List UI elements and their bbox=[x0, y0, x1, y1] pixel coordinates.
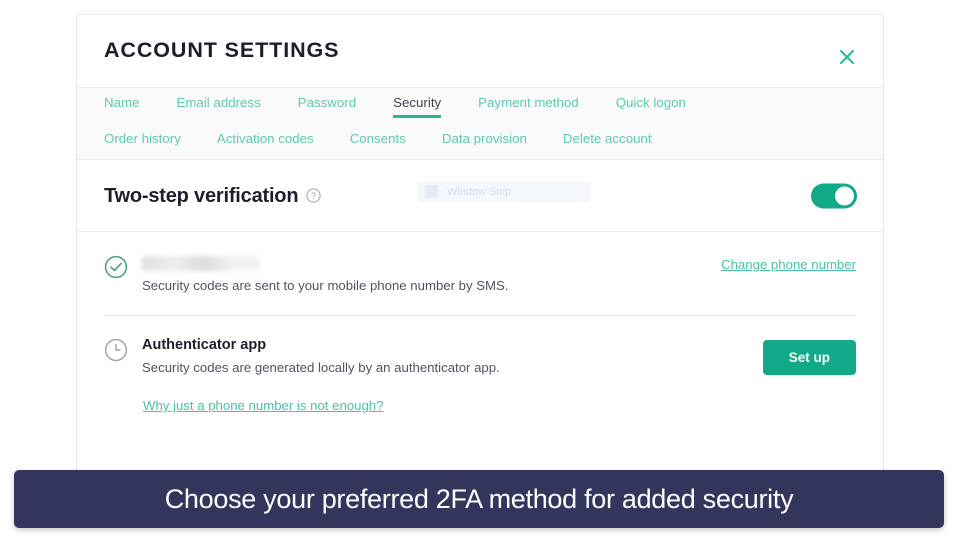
authenticator-method-action: Set up bbox=[762, 337, 856, 377]
authenticator-method-row: Authenticator app Security codes are gen… bbox=[77, 314, 883, 397]
tab-navigation: Name Email address Password Security Pay… bbox=[77, 87, 883, 160]
close-icon[interactable] bbox=[833, 43, 861, 71]
authenticator-method-description: Security codes are generated locally by … bbox=[142, 360, 500, 376]
sms-method-action: Change phone number bbox=[721, 254, 856, 295]
sms-method-row: Security codes are sent to your mobile p… bbox=[77, 232, 883, 315]
tab-row-primary: Name Email address Password Security Pay… bbox=[104, 88, 856, 124]
tab-consents[interactable]: Consents bbox=[350, 132, 406, 154]
tab-security[interactable]: Security bbox=[393, 96, 442, 119]
toggle-knob bbox=[835, 186, 854, 205]
question-mark-icon[interactable]: ? bbox=[306, 188, 321, 203]
two-step-verification-toggle[interactable] bbox=[811, 183, 857, 208]
tab-name[interactable]: Name bbox=[104, 96, 139, 118]
check-circle-icon bbox=[104, 254, 130, 295]
phone-number-redacted bbox=[142, 256, 260, 271]
card-header: ACCOUNT SETTINGS bbox=[77, 15, 883, 87]
caption-banner: Choose your preferred 2FA method for add… bbox=[14, 470, 944, 528]
change-phone-number-link[interactable]: Change phone number bbox=[721, 257, 856, 272]
tab-password[interactable]: Password bbox=[298, 96, 356, 118]
clock-icon bbox=[104, 337, 130, 377]
authenticator-method-body: Authenticator app Security codes are gen… bbox=[130, 337, 763, 377]
caption-text: Choose your preferred 2FA method for add… bbox=[164, 483, 794, 514]
sms-method-description: Security codes are sent to your mobile p… bbox=[142, 278, 509, 293]
tab-order-history[interactable]: Order history bbox=[104, 132, 181, 154]
why-phone-not-enough-link[interactable]: Why just a phone number is not enough? bbox=[143, 398, 383, 413]
page-title: ACCOUNT SETTINGS bbox=[104, 38, 340, 63]
authenticator-method-title: Authenticator app bbox=[142, 336, 267, 353]
tab-email-address[interactable]: Email address bbox=[176, 96, 260, 118]
tab-payment-method[interactable]: Payment method bbox=[478, 96, 579, 118]
tab-row-secondary: Order history Activation codes Consents … bbox=[104, 124, 856, 160]
svg-text:?: ? bbox=[311, 191, 316, 201]
tab-data-provision[interactable]: Data provision bbox=[442, 132, 527, 154]
tab-quick-logon[interactable]: Quick logon bbox=[616, 96, 686, 118]
account-settings-card: ACCOUNT SETTINGS Name Email address Pass… bbox=[76, 14, 884, 476]
section-title: Two-step verification bbox=[104, 184, 299, 207]
set-up-button[interactable]: Set up bbox=[762, 339, 856, 376]
two-step-verification-header: Two-step verification ? bbox=[77, 160, 883, 232]
tab-delete-account[interactable]: Delete account bbox=[563, 132, 652, 154]
footer-link-wrap: Why just a phone number is not enough? bbox=[77, 397, 883, 433]
tab-activation-codes[interactable]: Activation codes bbox=[217, 132, 314, 154]
sms-method-body: Security codes are sent to your mobile p… bbox=[130, 254, 721, 295]
